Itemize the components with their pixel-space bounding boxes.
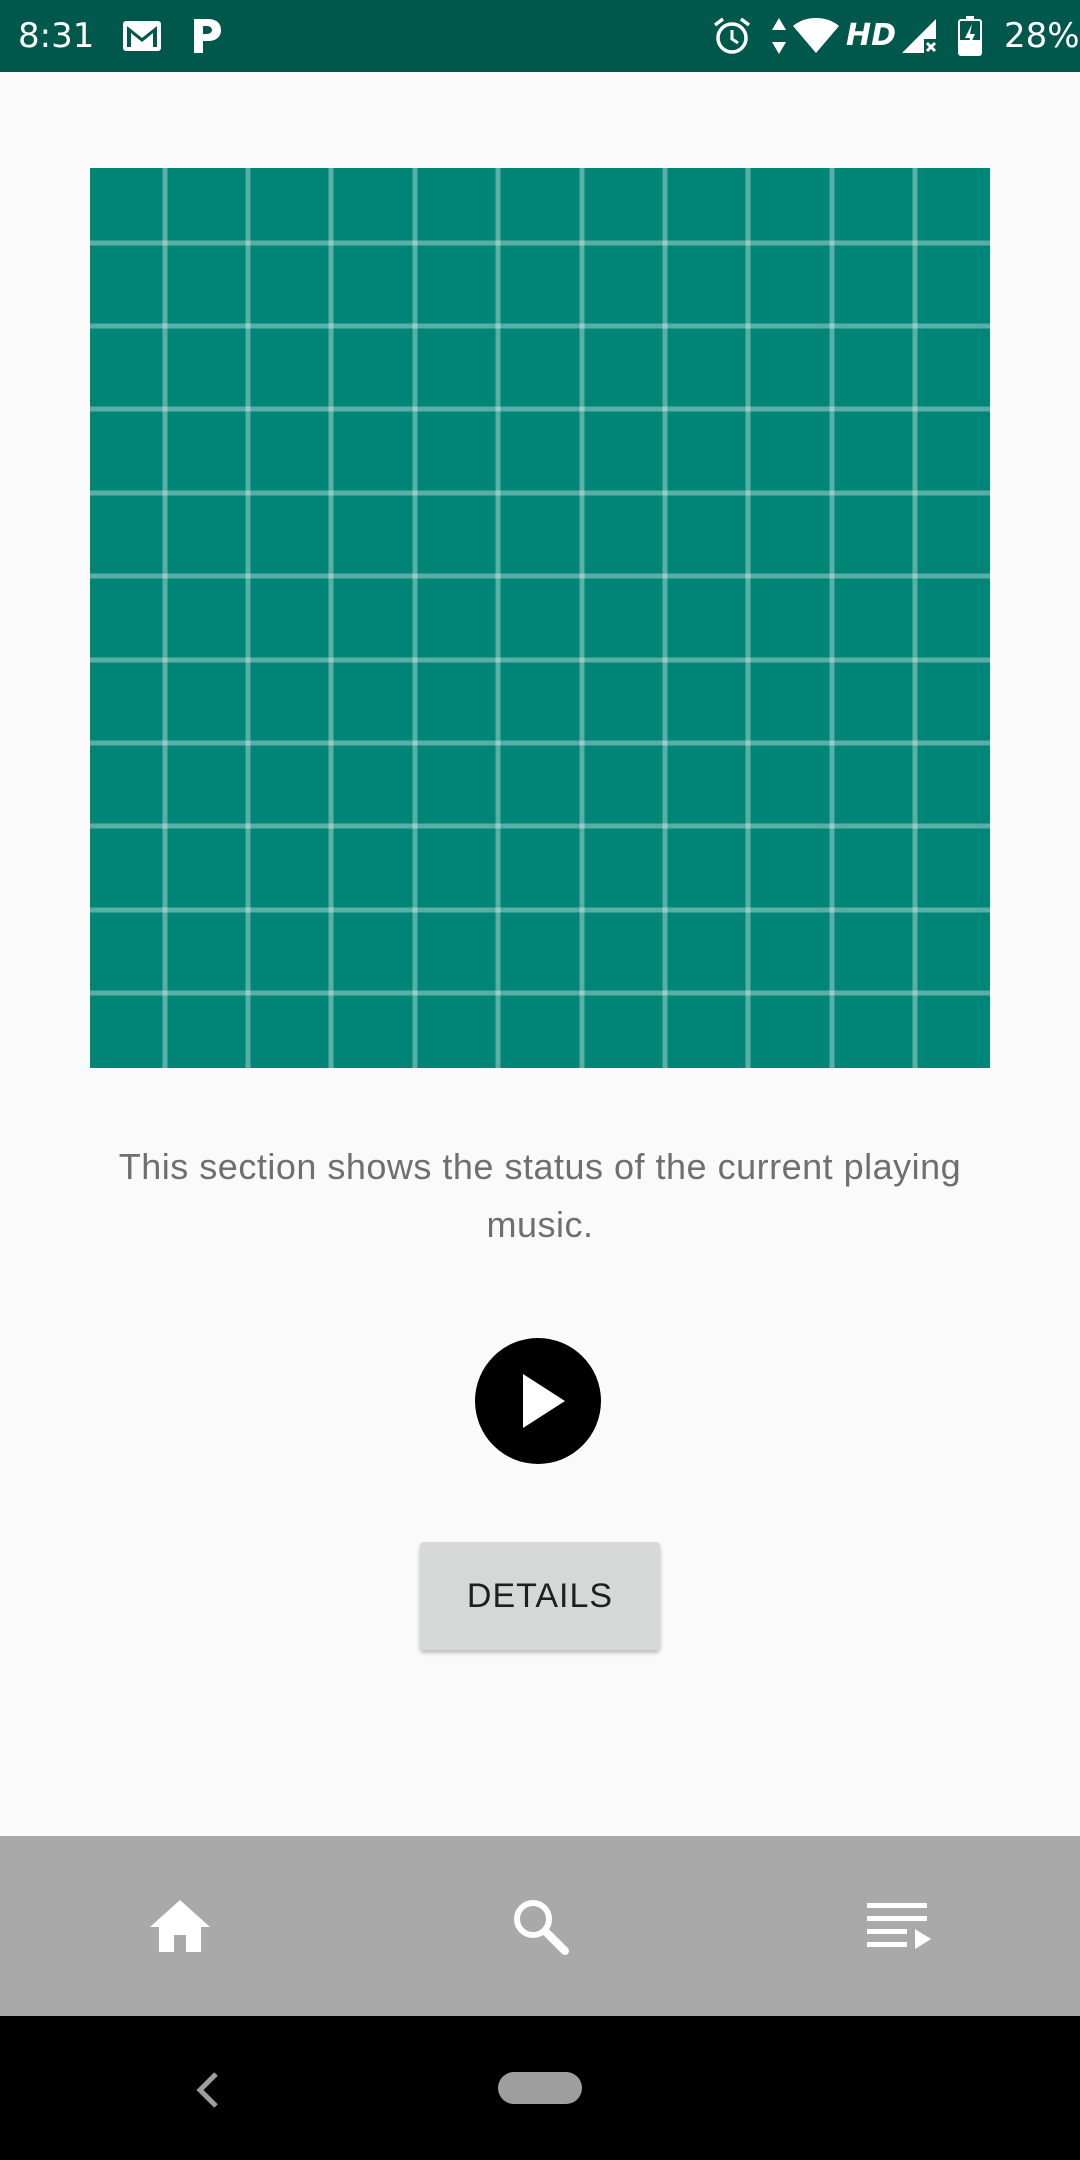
nav-queue[interactable] (720, 1836, 1080, 2016)
details-button[interactable]: DETAILS (420, 1542, 660, 1650)
data-arrows-icon (770, 16, 788, 56)
status-time: 8:31 (18, 16, 95, 56)
nav-home[interactable] (0, 1836, 360, 2016)
battery-icon (958, 16, 982, 56)
alarm-icon (712, 16, 752, 56)
grid-line-vertical (579, 168, 585, 1068)
grid-line-vertical (829, 168, 835, 1068)
pandora-icon (192, 16, 222, 56)
grid-line-vertical (912, 168, 918, 1068)
grid-line-vertical (162, 168, 168, 1068)
grid-line-horizontal (90, 657, 990, 663)
grid-line-vertical (745, 168, 751, 1068)
status-bar: 8:31 HD 28% (0, 0, 1080, 72)
back-icon (196, 2072, 218, 2108)
grid-line-horizontal (90, 740, 990, 746)
play-button[interactable] (475, 1338, 601, 1464)
grid-line-horizontal (90, 490, 990, 496)
grid-line-horizontal (90, 990, 990, 996)
grid-line-horizontal (90, 323, 990, 329)
nav-search[interactable] (360, 1836, 720, 2016)
wifi-icon (792, 16, 840, 56)
music-status-description: This section shows the status of the cur… (118, 1146, 962, 1245)
gmail-icon (122, 16, 162, 56)
grid-line-horizontal (90, 240, 990, 246)
home-pill-button[interactable] (498, 2072, 582, 2104)
back-button[interactable] (186, 2068, 226, 2112)
battery-percentage: 28% (1004, 16, 1080, 56)
bottom-navigation (0, 1836, 1080, 2016)
album-art (90, 168, 990, 1068)
grid-line-horizontal (90, 823, 990, 829)
album-art-grid (90, 168, 990, 1068)
grid-line-vertical (495, 168, 501, 1068)
grid-line-horizontal (90, 406, 990, 412)
search-icon (514, 1900, 569, 1955)
grid-line-vertical (328, 168, 334, 1068)
grid-line-vertical (412, 168, 418, 1068)
queue-music-icon (867, 1903, 931, 1949)
cell-signal-icon (900, 16, 938, 56)
grid-line-horizontal (90, 573, 990, 579)
home-icon (150, 1900, 210, 1952)
grid-line-vertical (662, 168, 668, 1068)
grid-line-horizontal (90, 907, 990, 913)
network-type-label: HD (846, 18, 897, 53)
play-icon (523, 1374, 565, 1428)
grid-line-vertical (245, 168, 251, 1068)
